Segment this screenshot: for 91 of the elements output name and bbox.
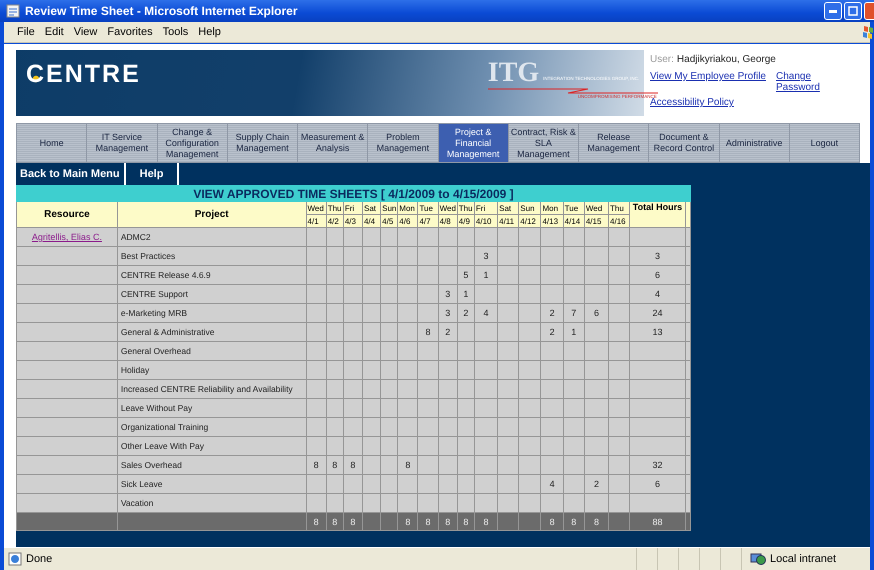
table-title: VIEW APPROVED TIME SHEETS [ 4/1/2009 to 4/15/2009 ] <box>16 186 690 202</box>
table-cell: 2 <box>457 304 474 322</box>
table-cell: 8 <box>474 512 498 530</box>
table-cell: 7 <box>563 304 584 322</box>
table-cell: 2 <box>438 322 458 342</box>
table-cell: 4 <box>630 284 686 304</box>
table-cell: 8 <box>418 512 438 530</box>
table-cell: 1 <box>457 284 474 304</box>
table-cell: 88 <box>630 512 686 530</box>
table-cell: 8 <box>398 456 418 474</box>
menu-item[interactable]: Tools <box>158 26 194 38</box>
table-cell: 32 <box>630 456 686 474</box>
table-cell: 4 <box>540 474 564 494</box>
link[interactable]: View My Employee Profile <box>650 71 766 93</box>
table-cell: 2 <box>584 474 609 494</box>
nav-tab[interactable]: Home <box>17 124 86 162</box>
table-cell: Best Practices <box>117 246 306 266</box>
table-cell: 8 <box>438 512 458 530</box>
table-cell: 3 <box>474 246 498 266</box>
table-cell: Other Leave With Pay <box>117 436 306 456</box>
table-cell: 24 <box>630 304 686 322</box>
globe-icon <box>750 552 766 566</box>
table-cell: General Overhead <box>117 342 306 360</box>
table-cell: 3 <box>438 304 458 322</box>
table-cell: 8 <box>398 512 418 530</box>
menu-item[interactable]: File <box>12 26 40 38</box>
table-cell: CENTRE Support <box>117 284 306 304</box>
column-header: Resource <box>16 202 118 228</box>
table-cell: Leave Without Pay <box>117 398 306 418</box>
table-cell: General & Administrative <box>117 322 306 342</box>
nav-tab[interactable]: Document & Record Control <box>649 124 718 162</box>
user-label: User: <box>650 54 674 65</box>
user-name: Hadjikyriakou, George <box>676 54 776 65</box>
minimize-button[interactable] <box>824 2 842 20</box>
maximize-button[interactable] <box>844 2 862 20</box>
table-cell: 4 <box>474 304 498 322</box>
nav-tab[interactable]: Change & Configuration Management <box>158 124 227 162</box>
windows-flag-icon <box>862 24 874 40</box>
table-cell: Sick Leave <box>117 474 306 494</box>
table-cell: 8 <box>306 456 326 474</box>
table-cell: CENTRE Release 4.6.9 <box>117 266 306 284</box>
table-cell: Organizational Training <box>117 418 306 436</box>
table-cell: 2 <box>540 304 564 322</box>
maximize-icon <box>848 6 858 16</box>
table-cell: 6 <box>584 304 609 322</box>
menu-item[interactable]: View <box>68 26 102 38</box>
nav-tab[interactable]: Logout <box>790 124 859 162</box>
nav-tab[interactable]: Project & Financial Management <box>438 124 508 162</box>
table-cell: 8 <box>584 512 609 530</box>
table-cell: 8 <box>343 456 362 474</box>
table-cell: e-Marketing MRB <box>117 304 306 322</box>
table-cell: Increased CENTRE Reliability and Availability <box>117 380 306 398</box>
table-cell: 8 <box>306 512 326 530</box>
table-cell: 6 <box>630 266 686 284</box>
minimize-icon <box>829 10 837 12</box>
menu-item[interactable]: Edit <box>40 26 69 38</box>
security-zone: Local intranet <box>770 553 836 565</box>
nav-tab[interactable]: Release Management <box>579 124 648 162</box>
table-cell: 3 <box>438 284 458 304</box>
nav-tab[interactable]: Administrative <box>720 124 789 162</box>
table-cell: 6 <box>630 474 686 494</box>
table-cell: Holiday <box>117 360 306 380</box>
nav-tab[interactable]: Contract, Risk & SLA Management <box>508 124 578 162</box>
table-cell: 8 <box>326 456 344 474</box>
menu-item[interactable]: Favorites <box>102 26 158 38</box>
table-cell: 3 <box>630 246 686 266</box>
link[interactable]: Change Password <box>776 71 826 93</box>
page-icon <box>8 552 22 566</box>
window-title: Review Time Sheet - Microsoft Internet Explorer <box>25 4 299 18</box>
link[interactable]: Accessibility Policy <box>650 97 734 108</box>
table-cell: 5 <box>457 266 474 284</box>
column-header: Total Hours <box>630 202 686 228</box>
status-text: Done <box>26 553 52 565</box>
itg-logo: ITG <box>488 60 540 86</box>
table-cell: 1 <box>474 266 498 284</box>
nav-tab[interactable]: Problem Management <box>368 124 438 162</box>
nav-tab[interactable]: Measurement & Analysis <box>298 124 368 162</box>
table-cell: 1 <box>563 322 584 342</box>
table-cell: 8 <box>343 512 362 530</box>
nav-tab[interactable]: Supply Chain Management <box>228 124 297 162</box>
table-cell: ADMC2 <box>117 228 306 246</box>
table-cell: 2 <box>540 322 564 342</box>
page-icon <box>6 4 20 18</box>
table-cell: 8 <box>540 512 564 530</box>
nav-tab[interactable]: IT Service Management <box>87 124 156 162</box>
column-header: Project <box>117 202 306 228</box>
table-cell: Sales Overhead <box>117 456 306 474</box>
menu-item[interactable]: Help <box>193 26 226 38</box>
table-cell: 13 <box>630 322 686 342</box>
table-cell: 8 <box>563 512 584 530</box>
table-cell: 8 <box>418 322 438 342</box>
